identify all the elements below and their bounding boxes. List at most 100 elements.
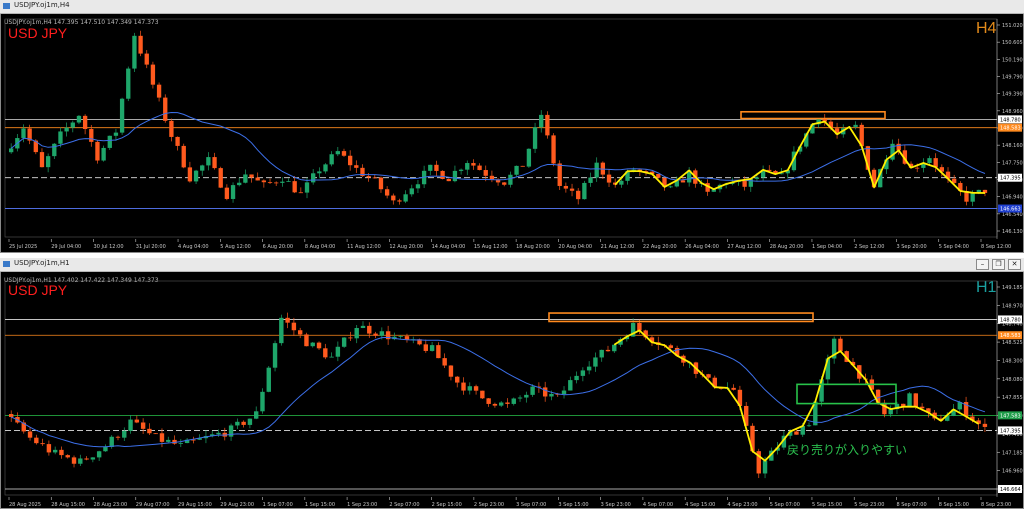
candle-body (588, 177, 593, 183)
h1-window-title: USDJPY.oj1m,H1 (14, 259, 70, 267)
candle-body (569, 188, 575, 191)
time-tick-label: 25 Jul 2025 (9, 244, 37, 250)
time-tick-label: 29 Aug 07:00 (136, 502, 170, 508)
h4-titlebar: USDJPY.oj1m,H4 (0, 0, 1024, 14)
candle-body (428, 164, 433, 171)
candle-body (656, 174, 661, 178)
candle-body (241, 421, 246, 425)
candle-body (409, 188, 414, 195)
candle-body (551, 135, 556, 164)
candle-body (391, 195, 396, 201)
candle-body (458, 169, 464, 171)
minimize-button[interactable]: – (976, 259, 989, 270)
candle-body (84, 458, 89, 460)
candle-body (107, 135, 112, 148)
candle-body (267, 182, 273, 184)
candle-body (436, 345, 441, 359)
h1-candle-chart[interactable]: 149.185148.970148.740148.525148.300148.0… (1, 259, 1024, 510)
candle-body (187, 167, 193, 182)
candle-body (526, 148, 532, 167)
close-button[interactable]: ✕ (1008, 259, 1021, 270)
candle-body (530, 386, 535, 395)
candle-body (373, 333, 378, 336)
candle-body (235, 421, 240, 426)
candle-body (316, 342, 322, 349)
candle-body (907, 393, 912, 407)
time-tick-label: 8 Sep 15:00 (939, 502, 969, 508)
restore-button[interactable]: ❐ (992, 259, 1005, 270)
candle-body (218, 168, 223, 188)
time-tick-label: 28 Aug 20:00 (770, 244, 804, 250)
candle-body (230, 185, 236, 199)
candle-body (140, 422, 146, 429)
price-tag-label: 148.583 (1000, 126, 1021, 132)
candle-body (619, 180, 624, 185)
candle-body (285, 317, 290, 323)
candle-body (742, 180, 747, 187)
price-tag-label: 147.583 (1000, 413, 1021, 419)
time-tick-label: 4 Sep 15:00 (685, 502, 715, 508)
time-tick-label: 3 Sep 20:00 (896, 244, 926, 250)
time-tick-label: 1 Sep 07:00 (263, 502, 293, 508)
candle-body (576, 190, 581, 200)
candle-body (101, 147, 106, 161)
candle-body (169, 120, 174, 137)
time-tick-label: 22 Aug 20:00 (643, 244, 677, 250)
price-tick-label: 151.020 (1002, 23, 1023, 29)
candle-body (119, 98, 125, 133)
price-tick-label: 148.970 (1002, 303, 1023, 309)
time-tick-label: 4 Aug 04:00 (178, 244, 209, 250)
candle-body (113, 132, 119, 136)
h1-titlebar: USDJPY.oj1m,H1 – ❐ ✕ (0, 258, 1024, 272)
candle-body (243, 174, 248, 183)
candle-body (58, 131, 63, 144)
candle-body (568, 380, 573, 391)
candle-body (446, 178, 451, 182)
candle-body (612, 344, 617, 352)
candle-body (95, 141, 100, 161)
candle-body (150, 64, 156, 85)
candle-body (561, 390, 567, 395)
candle-body (372, 177, 377, 179)
h4-candle-chart[interactable]: 151.020 150.605 150.190 149.790 149.390 148.9… (1, 1, 1024, 254)
price-tag-label: 146.664 (1000, 487, 1021, 493)
candle-body (367, 325, 372, 334)
candle-body (379, 331, 385, 336)
candle-body (254, 411, 259, 419)
resistance-zone-box (548, 312, 814, 323)
time-tick-label: 28 Aug 15:00 (51, 502, 85, 508)
time-tick-label: 12 Aug 20:00 (389, 244, 423, 250)
time-tick-label: 26 Aug 04:00 (685, 244, 719, 250)
h4-chart-window[interactable]: USDJPY.oj1m,H4 147.395 147.510 147.349 1… (0, 0, 1024, 253)
candle-body (706, 374, 711, 378)
candle-body (465, 163, 470, 170)
candle-body (511, 398, 516, 404)
candle-body (853, 124, 858, 127)
time-tick-label: 2 Sep 23:00 (474, 502, 504, 508)
candle-body (297, 330, 303, 335)
candle-body (128, 419, 133, 431)
time-tick-label: 29 Aug 23:00 (220, 502, 254, 508)
candle-body (304, 334, 309, 347)
candle-body (291, 322, 297, 331)
candle-body (335, 346, 341, 357)
h1-chart-window[interactable]: USDJPY.oj1m,H1 147.402 147.422 147.349 1… (0, 258, 1024, 509)
time-tick-label: 21 Aug 12:00 (601, 244, 635, 250)
candle-body (96, 451, 102, 458)
resistance-zone-box (740, 110, 886, 120)
target-zone-box (796, 383, 897, 405)
candle-body (480, 390, 485, 399)
price-tick-label: 149.185 (1002, 285, 1023, 291)
price-tick-label: 146.130 (1002, 229, 1023, 235)
candle-body (175, 136, 180, 146)
candle-body (132, 35, 137, 69)
candle-body (605, 349, 611, 352)
candle-body (347, 155, 353, 166)
candle-body (455, 376, 460, 383)
candle-body (82, 115, 88, 130)
time-tick-label: 27 Aug 12:00 (727, 244, 761, 250)
candle-body (193, 170, 199, 182)
candle-body (360, 325, 366, 329)
candle-body (311, 173, 316, 183)
candle-body (178, 443, 184, 444)
